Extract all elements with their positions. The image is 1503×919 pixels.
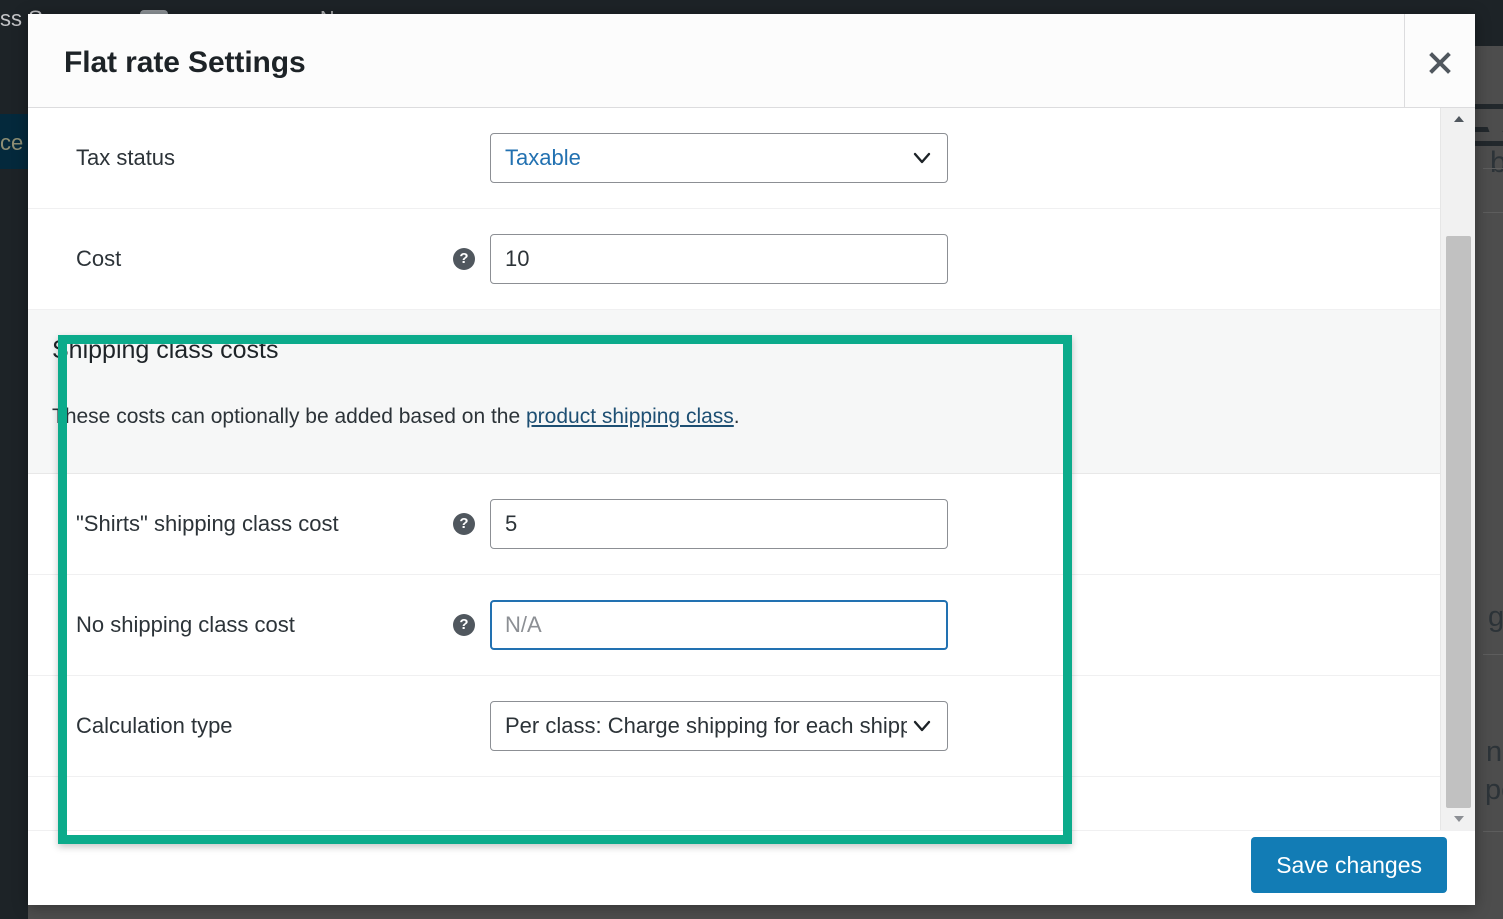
row-cost: Cost ?: [28, 209, 1440, 310]
row-calculation-type: Calculation type Per class: Charge shipp…: [28, 676, 1440, 777]
field-shirts-shipping-class-cost: [490, 499, 948, 549]
background-fragment-per: per: [1485, 774, 1503, 807]
field-no-shipping-class-cost: [490, 600, 948, 650]
background-fragment-g: g.: [1488, 601, 1503, 634]
inbox-label: box: [1490, 146, 1503, 180]
section-description: These costs can optionally be added base…: [52, 405, 740, 429]
chevron-down-icon: [910, 714, 934, 738]
sidebar-item-label: ce: [0, 130, 23, 156]
scrollbar-thumb[interactable]: [1446, 236, 1471, 808]
label-cost: Cost: [76, 246, 121, 272]
wp-admin-sidebar: ce: [0, 46, 28, 919]
scroll-up-button[interactable]: [1441, 108, 1476, 130]
help-icon-no-shipping-class-cost[interactable]: ?: [453, 614, 475, 636]
calculation-type-value: Per class: Charge shipping for each ship…: [505, 702, 907, 750]
triangle-up-icon: [1453, 115, 1465, 123]
label-tax-status: Tax status: [76, 145, 175, 171]
section-description-prefix: These costs can optionally be added base…: [52, 405, 526, 428]
row-shirts-shipping-class-cost: "Shirts" shipping class cost ?: [28, 474, 1440, 575]
product-shipping-class-link[interactable]: product shipping class: [526, 405, 734, 428]
tax-status-select[interactable]: Taxable: [490, 133, 948, 183]
close-icon: [1425, 48, 1455, 78]
modal-header: Flat rate Settings: [28, 14, 1475, 108]
divider: [1483, 168, 1503, 169]
settings-form: Tax status Taxable Cost ?: [28, 108, 1440, 830]
row-tax-status: Tax status Taxable: [28, 108, 1440, 209]
page-title: Flat rate Settings: [64, 46, 306, 80]
divider: [1483, 831, 1503, 832]
background-fragment-nca: n ca: [1486, 736, 1503, 769]
field-calculation-type: Per class: Charge shipping for each ship…: [490, 701, 948, 751]
shipping-class-costs-section: Shipping class costs These costs can opt…: [28, 310, 1440, 474]
flat-rate-settings-modal: Flat rate Settings Tax status Taxable: [28, 14, 1475, 905]
no-shipping-class-cost-input[interactable]: [490, 600, 948, 650]
chevron-down-icon: [910, 146, 934, 170]
divider: [1483, 654, 1503, 655]
calculation-type-select[interactable]: Per class: Charge shipping for each ship…: [490, 701, 948, 751]
scroll-down-button[interactable]: [1441, 808, 1476, 830]
tax-status-value: Taxable: [505, 134, 907, 182]
save-changes-button[interactable]: Save changes: [1251, 837, 1447, 893]
shirts-shipping-class-cost-input[interactable]: [490, 499, 948, 549]
close-button[interactable]: [1404, 14, 1475, 107]
help-icon-cost[interactable]: ?: [453, 248, 475, 270]
field-cost: [490, 234, 948, 284]
cost-input[interactable]: [490, 234, 948, 284]
divider: [1483, 212, 1503, 213]
section-title: Shipping class costs: [52, 336, 279, 365]
label-no-shipping-class-cost: No shipping class cost: [76, 612, 295, 638]
modal-scrollbar[interactable]: [1440, 108, 1475, 830]
row-no-shipping-class-cost: No shipping class cost ?: [28, 575, 1440, 676]
modal-body: Tax status Taxable Cost ?: [28, 108, 1475, 830]
help-icon-shirts-cost[interactable]: ?: [453, 513, 475, 535]
field-tax-status: Taxable: [490, 133, 948, 183]
modal-footer: Save changes: [28, 830, 1475, 905]
triangle-down-icon: [1453, 815, 1465, 823]
label-shirts-shipping-class-cost: "Shirts" shipping class cost: [76, 511, 339, 537]
section-description-suffix: .: [734, 405, 740, 428]
label-calculation-type: Calculation type: [76, 713, 233, 739]
